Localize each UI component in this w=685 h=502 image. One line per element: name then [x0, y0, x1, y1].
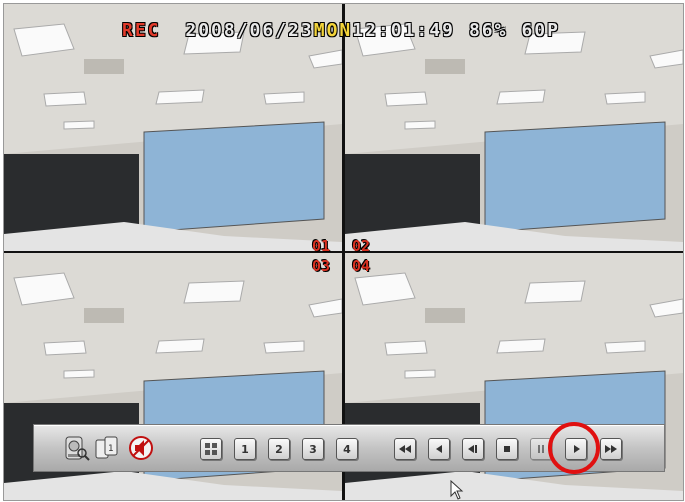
svg-text:1: 1: [108, 444, 114, 454]
channel-4-button[interactable]: 4: [336, 438, 358, 460]
play-button-highlight-circle: [548, 422, 600, 474]
stop-button[interactable]: [496, 438, 518, 460]
rec-indicator: REC: [122, 20, 161, 41]
channel-label-3: 03: [312, 257, 331, 275]
camera-feed-image: [4, 4, 342, 251]
fast-rewind-icon: [399, 445, 411, 453]
fast-rewind-button[interactable]: [394, 438, 416, 460]
mute-icon[interactable]: [128, 434, 154, 462]
camera-view-2[interactable]: [345, 4, 683, 251]
camera-feed-image: [345, 4, 683, 251]
copy-icon[interactable]: 1: [94, 434, 120, 462]
osd-time: 12:01:49: [352, 20, 455, 41]
step-back-icon: [436, 445, 442, 453]
channel-label-4: 04: [352, 257, 371, 275]
osd-status-bar: REC 2008/06/23MON12:01:49 86% 60P: [122, 20, 560, 41]
mouse-cursor-icon: [450, 480, 464, 500]
channel-1-button[interactable]: 1: [234, 438, 256, 460]
channel-3-button[interactable]: 3: [302, 438, 324, 460]
camera-view-1[interactable]: [4, 4, 342, 251]
slow-back-button[interactable]: [462, 438, 484, 460]
osd-date: 2008/06/23: [185, 20, 314, 41]
step-back-button[interactable]: [428, 438, 450, 460]
stop-icon: [504, 446, 510, 452]
osd-record-mode: 60P: [521, 20, 560, 41]
slow-back-icon: [468, 445, 477, 453]
channel-label-1: 01: [312, 237, 331, 255]
quad-view-button[interactable]: [200, 438, 222, 460]
fast-forward-button[interactable]: [600, 438, 622, 460]
fast-forward-icon: [605, 445, 617, 453]
channel-2-button[interactable]: 2: [268, 438, 290, 460]
quad-view-icon: [205, 443, 217, 455]
osd-weekday: MON: [313, 20, 353, 41]
osd-hdd-usage: 86%: [468, 20, 508, 41]
channel-label-2: 02: [352, 237, 371, 255]
pause-icon: [538, 445, 544, 453]
hdd-search-icon[interactable]: [64, 434, 90, 462]
